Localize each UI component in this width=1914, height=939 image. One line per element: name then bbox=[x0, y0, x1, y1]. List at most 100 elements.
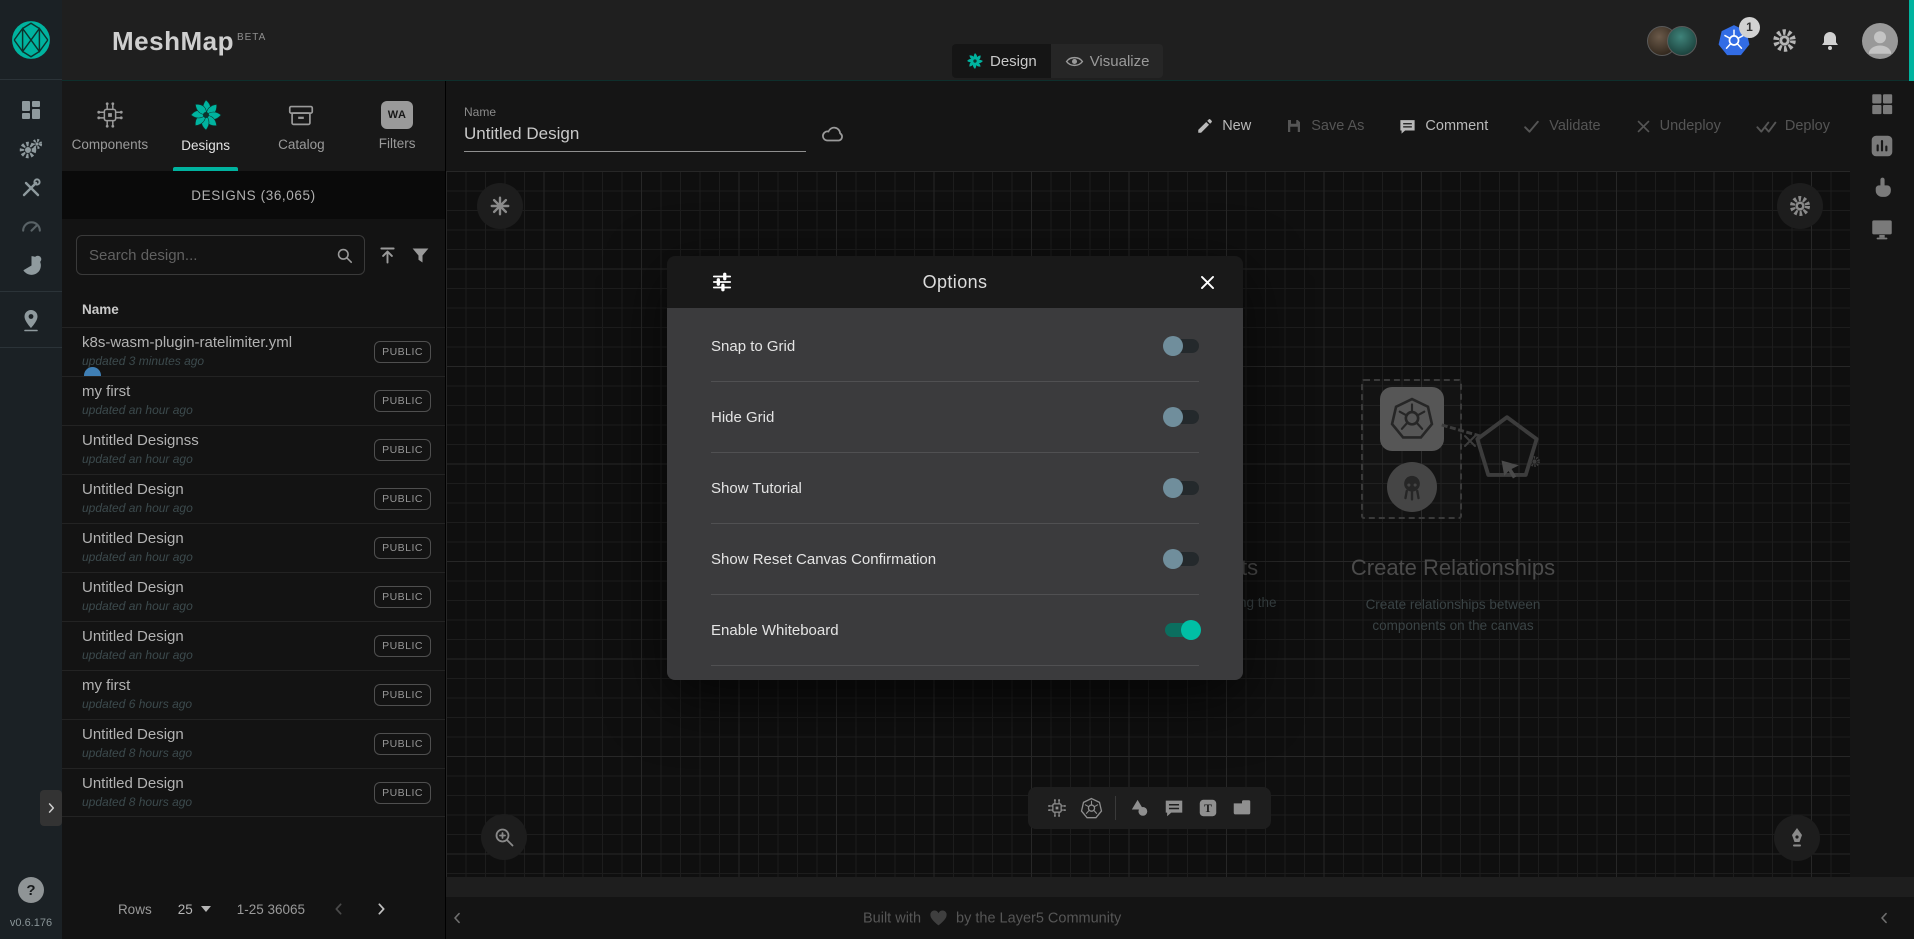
nav-configuration-icon[interactable] bbox=[0, 168, 62, 207]
footer-collapse-right-icon[interactable] bbox=[1877, 911, 1892, 926]
collaborator-avatars[interactable] bbox=[1647, 26, 1697, 56]
show-tutorial-toggle[interactable] bbox=[1165, 481, 1199, 495]
x-icon bbox=[1635, 118, 1652, 135]
visibility-badge[interactable]: PUBLIC bbox=[374, 586, 431, 608]
search-row bbox=[62, 219, 445, 291]
design-list-item[interactable]: Untitled Design updated an hour ago PUBL… bbox=[62, 523, 445, 572]
design-swirl-icon bbox=[966, 52, 984, 70]
svg-text:T: T bbox=[1204, 801, 1212, 815]
snap-to-grid-toggle[interactable] bbox=[1165, 339, 1199, 353]
option-row-reset-canvas-confirmation: Show Reset Canvas Confirmation bbox=[711, 524, 1199, 595]
footer-collapse-left-icon[interactable] bbox=[450, 911, 465, 926]
design-list-item[interactable]: Untitled Design updated 8 hours ago PUBL… bbox=[62, 768, 445, 817]
notifications-bell-icon[interactable] bbox=[1818, 29, 1842, 53]
search-box[interactable] bbox=[76, 235, 365, 275]
design-name-input[interactable] bbox=[464, 124, 806, 144]
user-avatar[interactable] bbox=[1862, 23, 1898, 59]
tab-catalog[interactable]: Catalog bbox=[254, 81, 350, 171]
chevron-right-icon bbox=[44, 801, 58, 815]
show-reset-canvas-confirmation-toggle[interactable] bbox=[1165, 552, 1199, 566]
meshmap-app: ? v0.6.176 MeshMapBETA Design Visualize … bbox=[0, 0, 1914, 939]
chevron-down-icon bbox=[201, 906, 211, 912]
visibility-badge[interactable]: PUBLIC bbox=[374, 537, 431, 559]
hide-grid-toggle[interactable] bbox=[1165, 410, 1199, 424]
options-modal-header: Options bbox=[667, 256, 1243, 308]
settings-gear-icon[interactable] bbox=[1771, 27, 1798, 54]
design-list-item[interactable]: my first updated an hour ago PUBLIC bbox=[62, 376, 445, 425]
kubernetes-node-illustration bbox=[1380, 387, 1444, 451]
dock-text-icon[interactable]: T bbox=[1197, 797, 1219, 819]
nav-meshmap-pin-icon[interactable] bbox=[0, 300, 62, 339]
visibility-badge[interactable]: PUBLIC bbox=[374, 635, 431, 657]
layer5-logo[interactable] bbox=[0, 0, 62, 80]
metrics-chart-icon[interactable] bbox=[1869, 133, 1895, 159]
kubernetes-context[interactable]: 1 bbox=[1717, 24, 1751, 58]
dock-components-icon[interactable] bbox=[1046, 797, 1068, 819]
designs-count-header: DESIGNS (36,065) bbox=[62, 171, 445, 219]
design-list-item[interactable]: k8s-wasm-plugin-ratelimiter.yml updated … bbox=[62, 327, 445, 376]
visibility-badge[interactable]: PUBLIC bbox=[374, 488, 431, 510]
design-list-item[interactable]: Untitled Design updated 8 hours ago PUBL… bbox=[62, 719, 445, 768]
canvas-asterisk-button[interactable] bbox=[477, 183, 523, 229]
interaction-touch-icon[interactable] bbox=[1870, 175, 1895, 200]
tab-designs[interactable]: Designs bbox=[158, 81, 254, 171]
new-design-button[interactable]: New bbox=[1196, 117, 1251, 135]
undeploy-button[interactable]: Undeploy bbox=[1635, 118, 1721, 135]
pencil-icon bbox=[1196, 117, 1214, 135]
design-list-item[interactable]: my first updated 6 hours ago PUBLIC bbox=[62, 670, 445, 719]
comment-button[interactable]: Comment bbox=[1398, 117, 1488, 136]
visibility-badge[interactable]: PUBLIC bbox=[374, 390, 431, 412]
options-modal: Options Snap to Grid Hide Grid Show Tuto… bbox=[667, 256, 1243, 680]
nav-dashboard-icon[interactable] bbox=[0, 90, 62, 129]
footer-credit: Built with by the Layer5 Community bbox=[863, 910, 1121, 927]
nav-lifecycle-icon[interactable] bbox=[0, 129, 62, 168]
dock-media-icon[interactable] bbox=[1231, 797, 1253, 819]
pentagon-gear-dot bbox=[1528, 455, 1541, 473]
canvas-settings-button[interactable] bbox=[1777, 183, 1823, 229]
designs-list: k8s-wasm-plugin-ratelimiter.yml updated … bbox=[62, 327, 445, 817]
enable-whiteboard-toggle[interactable] bbox=[1165, 623, 1199, 637]
drawer-expand-handle[interactable] bbox=[40, 790, 62, 826]
help-icon[interactable]: ? bbox=[18, 877, 44, 903]
visibility-badge[interactable]: PUBLIC bbox=[374, 782, 431, 804]
mode-toggle: Design Visualize bbox=[952, 44, 1163, 78]
previous-page-icon[interactable] bbox=[331, 901, 347, 917]
filter-funnel-icon[interactable] bbox=[410, 245, 431, 266]
pen-tool-button[interactable] bbox=[1774, 815, 1820, 861]
dock-kubernetes-icon[interactable] bbox=[1080, 797, 1103, 820]
visibility-badge[interactable]: PUBLIC bbox=[374, 341, 431, 363]
visibility-badge[interactable]: PUBLIC bbox=[374, 439, 431, 461]
rows-per-page-select[interactable]: 25 bbox=[178, 902, 211, 917]
zoom-in-button[interactable] bbox=[481, 814, 527, 860]
validate-button[interactable]: Validate bbox=[1522, 117, 1600, 136]
design-list-item[interactable]: Untitled Design updated an hour ago PUBL… bbox=[62, 621, 445, 670]
nav-extensions-icon[interactable] bbox=[0, 246, 62, 285]
collaborator-avatar-2[interactable] bbox=[1667, 26, 1697, 56]
display-monitor-icon[interactable] bbox=[1869, 216, 1895, 242]
visibility-badge[interactable]: PUBLIC bbox=[374, 733, 431, 755]
close-icon[interactable] bbox=[1198, 273, 1217, 292]
double-check-icon bbox=[1755, 117, 1777, 136]
dock-shapes-icon[interactable] bbox=[1128, 797, 1151, 820]
tab-filters[interactable]: WA Filters bbox=[349, 81, 445, 171]
save-as-button[interactable]: Save As bbox=[1285, 117, 1364, 135]
design-list-item[interactable]: Untitled Design updated an hour ago PUBL… bbox=[62, 474, 445, 523]
design-list-item[interactable]: Untitled Designss updated an hour ago PU… bbox=[62, 425, 445, 474]
upload-design-icon[interactable] bbox=[377, 245, 398, 266]
kubernetes-count-badge: 1 bbox=[1739, 17, 1760, 38]
deploy-button[interactable]: Deploy bbox=[1755, 117, 1830, 136]
layout-grid-icon[interactable] bbox=[1869, 91, 1895, 117]
option-row-snap-to-grid: Snap to Grid bbox=[711, 311, 1199, 382]
design-name-field[interactable]: Name bbox=[464, 105, 806, 152]
tab-design[interactable]: Design bbox=[952, 44, 1051, 78]
dock-comment-icon[interactable] bbox=[1163, 797, 1185, 819]
nav-performance-icon[interactable] bbox=[0, 207, 62, 246]
tab-components[interactable]: Components bbox=[62, 81, 158, 171]
option-row-hide-grid: Hide Grid bbox=[711, 382, 1199, 453]
tab-visualize[interactable]: Visualize bbox=[1051, 44, 1164, 78]
nav-meshmap-section bbox=[0, 291, 62, 348]
design-list-item[interactable]: Untitled Design updated an hour ago PUBL… bbox=[62, 572, 445, 621]
search-input[interactable] bbox=[89, 247, 327, 264]
next-page-icon[interactable] bbox=[373, 901, 389, 917]
visibility-badge[interactable]: PUBLIC bbox=[374, 684, 431, 706]
